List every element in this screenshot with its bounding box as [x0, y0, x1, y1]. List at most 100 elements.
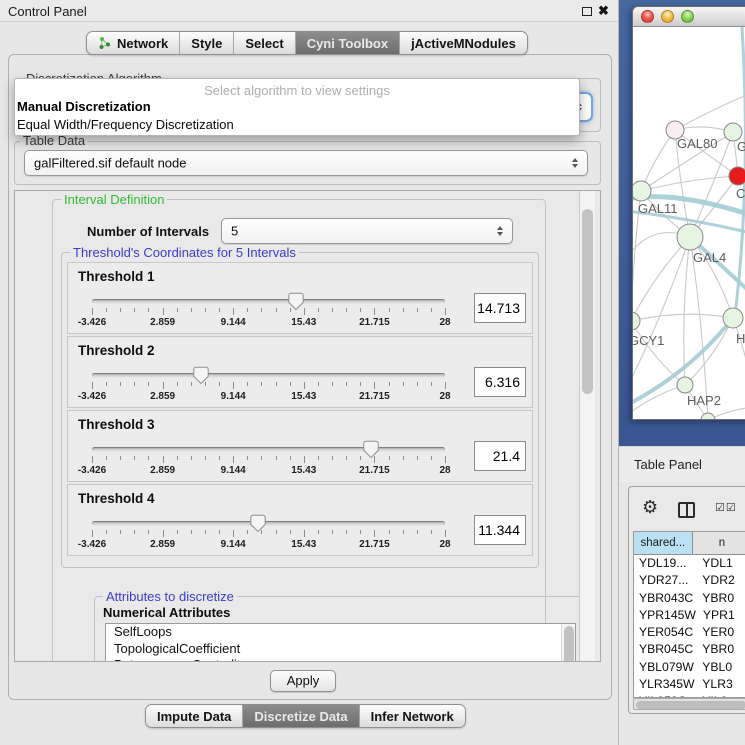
app-root: Control Panel ✖ NetworkStyleSelectCyni T…	[0, 0, 745, 745]
table-row[interactable]: YPR145WYPR1	[634, 607, 745, 624]
cell-shared-name[interactable]: YDR27...	[634, 572, 695, 589]
column-layout-icon[interactable]	[678, 502, 695, 518]
cell-shared-name[interactable]: YBR043C	[634, 590, 695, 607]
slider-tick-labels: -3.4262.8599.14415.4321.71528	[92, 465, 445, 477]
scrollbar-thumb[interactable]	[582, 209, 593, 394]
numerical-attributes-label: Numerical Attributes	[103, 605, 230, 620]
network-node-h[interactable]	[723, 308, 743, 328]
combo-arrows-icon	[572, 158, 578, 168]
threshold-slider[interactable]: -3.4262.8599.14415.4321.71528	[92, 373, 445, 407]
attribute-item[interactable]: BetweennessCentrality	[106, 657, 575, 662]
apply-button[interactable]: Apply	[270, 670, 336, 692]
threshold-value-field[interactable]: 14.713	[474, 293, 526, 323]
slider-thumb[interactable]	[193, 366, 209, 390]
scrollbar-thumb[interactable]	[636, 701, 745, 709]
cell-name[interactable]: YDR2	[695, 572, 745, 589]
table-row[interactable]: YDR27...YDR2	[634, 572, 745, 589]
tab-cyni-toolbox[interactable]: Cyni Toolbox	[296, 32, 400, 54]
control-panel-tab-bar: NetworkStyleSelectCyni ToolboxjActiveMNo…	[86, 31, 528, 55]
cell-shared-name[interactable]: YBL079W	[634, 659, 695, 676]
dropdown-option-equal-width-frequency[interactable]: Equal Width/Frequency Discretization	[15, 117, 579, 132]
threshold-box-4: Threshold 4-3.4262.8599.14415.4321.71528…	[67, 484, 533, 556]
cell-shared-name[interactable]: YLR345W	[634, 676, 695, 693]
column-header-name[interactable]: n	[693, 532, 745, 554]
table-row[interactable]: YER054CYER0	[634, 624, 745, 641]
table-row[interactable]: YBR043CYBR0	[634, 590, 745, 607]
cell-shared-name[interactable]: YBR045C	[634, 641, 695, 658]
threshold-value-field[interactable]: 21.4	[474, 441, 526, 471]
table-row[interactable]: YDL19...YDL1	[634, 555, 745, 572]
node-table[interactable]: shared... n YDL19...YDL1YDR27...YDR2YBR0…	[633, 531, 745, 698]
slider-track[interactable]	[92, 373, 445, 378]
network-node-gcy1[interactable]	[633, 312, 640, 330]
attribute-item[interactable]: SelfLoops	[106, 624, 575, 641]
table-data-combobox[interactable]: galFiltered.sif default node	[24, 150, 588, 176]
cell-shared-name[interactable]: YER054C	[634, 624, 695, 641]
cell-name[interactable]: YBL0	[695, 659, 745, 676]
network-graph: GAL80GACGAL11GAL4GCY1HHAP2	[633, 27, 745, 419]
slider-thumb[interactable]	[250, 514, 266, 538]
table-rows: YDL19...YDL1YDR27...YDR2YBR043CYBR0YPR14…	[634, 555, 745, 698]
panel-scrollbar[interactable]	[579, 191, 595, 661]
threshold-slider[interactable]: -3.4262.8599.14415.4321.71528	[92, 299, 445, 333]
threshold-value-field[interactable]: 6.316	[474, 367, 526, 397]
zoom-traffic-light-icon[interactable]	[681, 10, 694, 23]
slider-ticks	[92, 382, 445, 390]
slider-track[interactable]	[92, 521, 445, 526]
network-view-window[interactable]: GAL80GACGAL11GAL4GCY1HHAP2	[632, 6, 745, 420]
gear-icon[interactable]: ⚙	[642, 498, 658, 516]
close-traffic-light-icon[interactable]	[641, 10, 654, 23]
network-window-titlebar[interactable]	[633, 7, 745, 27]
tab-jactivemnodules[interactable]: jActiveMNodules	[400, 32, 527, 54]
table-row[interactable]: YLR345WYLR3	[634, 676, 745, 693]
float-window-icon[interactable]	[582, 7, 592, 16]
network-node-gal11[interactable]	[633, 181, 651, 201]
tab-network[interactable]: Network	[87, 32, 180, 54]
slider-thumb[interactable]	[363, 440, 379, 464]
column-header-shared-name[interactable]: shared...	[634, 532, 693, 554]
cell-name[interactable]: YPR1	[696, 607, 745, 624]
cell-name[interactable]: YER0	[695, 624, 745, 641]
bottom-tab-impute-data[interactable]: Impute Data	[146, 705, 243, 727]
number-of-intervals-combobox[interactable]: 5	[221, 218, 513, 244]
numerical-attributes-list[interactable]: SelfLoopsTopologicalCoefficientBetweenne…	[105, 623, 576, 662]
checkbox-filter-icons[interactable]: ☑☑	[715, 501, 737, 514]
attribute-item[interactable]: TopologicalCoefficient	[106, 641, 575, 658]
bottom-tab-discretize-data[interactable]: Discretize Data	[243, 705, 359, 727]
table-row[interactable]: YBR045CYBR0	[634, 641, 745, 658]
threshold-slider[interactable]: -3.4262.8599.14415.4321.71528	[92, 447, 445, 481]
slider-track[interactable]	[92, 447, 445, 452]
network-node-gal4[interactable]	[677, 224, 703, 250]
bottom-tab-infer-network[interactable]: Infer Network	[360, 705, 465, 727]
network-node-bnode[interactable]	[701, 413, 715, 419]
cell-name[interactable]: YBR0	[695, 590, 745, 607]
table-row[interactable]: YBL079WYBL0	[634, 659, 745, 676]
cell-name[interactable]: YLR3	[695, 676, 745, 693]
slider-track[interactable]	[92, 299, 445, 304]
threshold-value-field[interactable]: 11.344	[474, 515, 526, 545]
threshold-slider[interactable]: -3.4262.8599.14415.4321.71528	[92, 521, 445, 555]
dropdown-option-manual-discretization[interactable]: Manual Discretization	[15, 99, 579, 117]
table-horizontal-scrollbar[interactable]	[633, 698, 745, 710]
threshold-box-3: Threshold 3-3.4262.8599.14415.4321.71528…	[67, 410, 533, 482]
scrollbar-thumb[interactable]	[564, 626, 574, 662]
network-node-hap2[interactable]	[677, 377, 693, 393]
network-node-label: GAL11	[638, 201, 678, 216]
minimize-traffic-light-icon[interactable]	[661, 10, 674, 23]
threshold-label: Threshold 2	[78, 343, 155, 358]
cell-name[interactable]: YBR0	[695, 641, 745, 658]
cell-name[interactable]: YDL1	[695, 555, 745, 572]
list-scrollbar[interactable]	[561, 624, 575, 662]
settings-scroll-panel: Interval Definition Number of Intervals …	[14, 190, 601, 662]
network-node-red[interactable]	[729, 167, 745, 185]
tab-select[interactable]: Select	[234, 32, 295, 54]
cell-shared-name[interactable]: YPR145W	[634, 607, 696, 624]
threshold-box-2: Threshold 2 -3.4262.8599.14415.4321.71528…	[67, 336, 533, 408]
combo-arrows-icon	[497, 226, 503, 236]
slider-thumb[interactable]	[288, 292, 304, 316]
tab-style[interactable]: Style	[180, 32, 234, 54]
bottom-tab-bar: Impute DataDiscretize DataInfer Network	[145, 704, 466, 728]
cell-shared-name[interactable]: YDL19...	[634, 555, 695, 572]
close-icon[interactable]: ✖	[598, 3, 609, 19]
network-canvas[interactable]: GAL80GACGAL11GAL4GCY1HHAP2	[633, 27, 745, 419]
